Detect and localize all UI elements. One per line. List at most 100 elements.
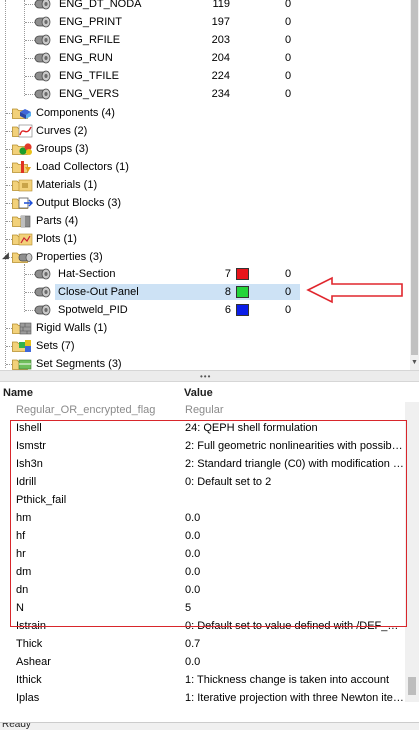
card-row[interactable]: ENG_RUN 204 0 <box>0 49 410 67</box>
folder-label: Sets (7) <box>36 340 75 352</box>
attribute-value[interactable]: 1: Iterative projection with three Newto… <box>185 689 405 707</box>
folder-row[interactable]: Output Blocks (3) <box>0 194 410 212</box>
name-column-header[interactable]: Name <box>3 387 33 399</box>
property-grid-row[interactable]: Ithick 1: Thickness change is taken into … <box>0 671 405 689</box>
folder-row[interactable]: Curves (2) <box>0 122 410 140</box>
collapse-arrow-icon[interactable]: ◢ <box>1 251 10 260</box>
expand-arrow-icon[interactable] <box>1 340 10 349</box>
attribute-value[interactable]: 1: Thickness change is taken into accoun… <box>185 671 405 689</box>
folder-label: Rigid Walls (1) <box>36 322 108 334</box>
expand-arrow-icon[interactable] <box>1 107 10 116</box>
card-cylinder-icon <box>34 70 51 82</box>
card-row[interactable]: ENG_DT_NODA 119 0 <box>0 0 410 13</box>
folder-row[interactable]: Materials (1) <box>0 176 410 194</box>
expand-arrow-icon[interactable] <box>1 143 10 152</box>
folder-row[interactable]: Rigid Walls (1) <box>0 319 410 337</box>
property-grid-row[interactable]: Ishell 24: QEPH shell formulation <box>0 419 405 437</box>
attribute-value[interactable]: 0.0 <box>185 545 405 563</box>
property-color-swatch[interactable] <box>236 268 249 280</box>
card-row[interactable]: ENG_RFILE 203 0 <box>0 31 410 49</box>
card-row[interactable]: ENG_TFILE 224 0 <box>0 67 410 85</box>
attribute-value[interactable]: 0.0 <box>185 563 405 581</box>
folder-label: Output Blocks (3) <box>36 197 121 209</box>
attribute-value[interactable]: 2: Standard triangle (C0) with modificat… <box>185 455 405 473</box>
folder-row[interactable]: Groups (3) <box>0 140 410 158</box>
expand-arrow-icon[interactable] <box>1 322 10 331</box>
folder-row[interactable]: Load Collectors (1) <box>0 158 410 176</box>
tree-scrollbar-thumb[interactable] <box>411 0 418 355</box>
folder-row[interactable]: ◢ Properties (3) <box>0 248 410 266</box>
attribute-value[interactable]: 0.7 <box>185 635 405 653</box>
property-grid-row[interactable]: dn 0.0 <box>0 581 405 599</box>
property-grid[interactable]: Name Value Regular_OR_encrypted_flag Regu… <box>0 382 419 722</box>
expand-arrow-icon[interactable] <box>1 125 10 134</box>
property-grid-row[interactable]: N5 <box>0 599 405 617</box>
property-grid-row[interactable]: hf 0.0 <box>0 527 405 545</box>
property-grid-row[interactable]: hr 0.0 <box>0 545 405 563</box>
card-name: ENG_TFILE <box>59 70 119 82</box>
attribute-value[interactable]: 0.0 <box>185 581 405 599</box>
attribute-value[interactable]: 0: Default set to 2 <box>185 473 405 491</box>
attribute-value[interactable]: 0.0 <box>185 527 405 545</box>
expand-arrow-icon[interactable] <box>1 233 10 242</box>
curves-icon <box>18 124 33 138</box>
property-grid-row[interactable]: Ismstr 2: Full geometric nonlinearities w… <box>0 437 405 455</box>
parts-icon <box>20 215 31 228</box>
status-text: Ready <box>2 722 31 730</box>
sets-icon <box>19 340 31 352</box>
property-grid-row[interactable]: Regular_OR_encrypted_flag Regular <box>0 401 405 419</box>
folder-label: Plots (1) <box>36 233 77 245</box>
tree-vertical-scrollbar[interactable]: ▼ <box>410 0 419 370</box>
property-grid-row[interactable]: Idrill 0: Default set to 2 <box>0 473 405 491</box>
expand-arrow-icon[interactable] <box>1 197 10 206</box>
attribute-value[interactable]: 5 <box>185 599 405 617</box>
property-value: 0 <box>285 304 292 316</box>
attribute-value[interactable]: 0.0 <box>185 653 405 671</box>
attribute-value[interactable]: 24: QEPH shell formulation <box>185 419 405 437</box>
card-id: 224 <box>211 70 230 82</box>
attribute-name: hf <box>16 530 26 542</box>
folder-row[interactable]: Plots (1) <box>0 230 410 248</box>
folder-row[interactable]: Set Segments (3) <box>0 355 410 370</box>
set-segments-icon <box>18 359 32 370</box>
value-column-header[interactable]: Value <box>184 387 213 399</box>
card-row[interactable]: ENG_VERS 234 0 <box>0 85 410 103</box>
property-id: 6 <box>224 304 231 316</box>
property-name: Spotweld_PID <box>58 304 128 316</box>
folder-row[interactable]: Components (4) <box>0 104 410 122</box>
scroll-down-arrow-icon[interactable]: ▼ <box>410 358 419 368</box>
property-grid-row[interactable]: Thick 0.7 <box>0 635 405 653</box>
property-grid-row[interactable]: Istrain 0: Default set to value defined w… <box>0 617 405 635</box>
card-row[interactable]: ENG_PRINT 197 0 <box>0 13 410 31</box>
attribute-value[interactable]: 0.0 <box>185 509 405 527</box>
grid-scrollbar-thumb[interactable] <box>408 677 416 695</box>
attribute-name: Ashear <box>16 656 51 668</box>
property-cylinder-icon <box>34 286 51 298</box>
expand-arrow-icon[interactable] <box>1 215 10 224</box>
property-name: Hat-Section <box>58 268 116 280</box>
property-grid-row[interactable]: Ashear 0.0 <box>0 653 405 671</box>
property-color-swatch[interactable] <box>236 286 249 298</box>
expand-arrow-icon[interactable] <box>1 161 10 170</box>
pane-splitter[interactable]: ••• <box>0 370 419 382</box>
status-bar: Ready <box>0 722 419 730</box>
expand-arrow-icon[interactable] <box>1 179 10 188</box>
property-grid-row[interactable]: dm 0.0 <box>0 563 405 581</box>
property-grid-row[interactable]: hm 0.0 <box>0 509 405 527</box>
card-id: 203 <box>211 34 230 46</box>
property-color-swatch[interactable] <box>236 304 249 316</box>
property-grid-row[interactable]: Ish3n 2: Standard triangle (C0) with modi… <box>0 455 405 473</box>
property-cylinder-icon <box>34 268 51 280</box>
property-grid-row[interactable]: Iplas 1: Iterative projection with three … <box>0 689 405 707</box>
model-browser-tree[interactable]: ENG_DT_NODA 119 0 ENG_PRINT 197 0 ENG_RFILE 203… <box>0 0 419 370</box>
property-grid-row[interactable]: Pthick_fail <box>0 491 405 509</box>
splitter-grip-icon[interactable]: ••• <box>200 372 211 381</box>
attribute-value[interactable]: 2: Full geometric nonlinearities with po… <box>185 437 405 455</box>
expand-arrow-icon[interactable] <box>1 358 10 367</box>
folder-row[interactable]: Parts (4) <box>0 212 410 230</box>
card-id: 119 <box>212 0 230 10</box>
folder-row[interactable]: Sets (7) <box>0 337 410 355</box>
attribute-name: Ismstr <box>16 440 46 452</box>
grid-vertical-scrollbar[interactable] <box>405 402 419 702</box>
attribute-value[interactable]: 0: Default set to value defined with /DE… <box>185 617 405 635</box>
